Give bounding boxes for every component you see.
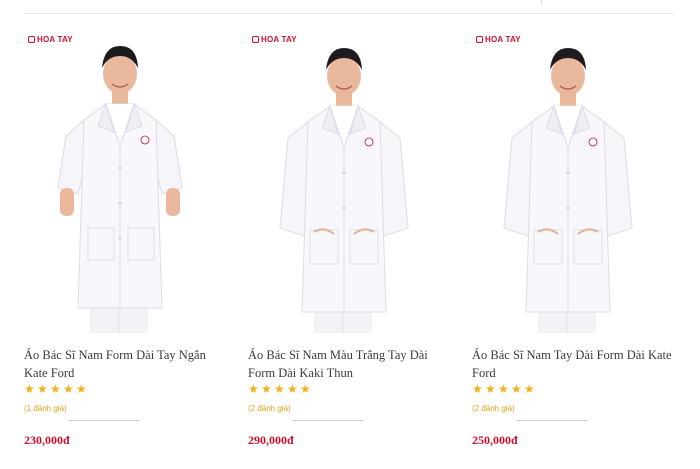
product-image[interactable]: HOA TAY — [248, 28, 448, 333]
doctor-coat-photo — [279, 48, 409, 333]
star-icon: ★ — [472, 382, 483, 396]
star-icon: ★ — [485, 382, 496, 396]
star-icon: ★ — [248, 382, 259, 396]
brand-logo-icon — [252, 36, 259, 43]
product-image[interactable]: HOA TAY — [472, 28, 672, 333]
product-card[interactable]: HOA TAY Áo Bác Sĩ Nam Màu Trắng Tay Dài … — [248, 28, 448, 469]
star-icon: ★ — [498, 382, 509, 396]
brand-logo: HOA TAY — [252, 35, 297, 44]
brand-logo-icon — [28, 36, 35, 43]
star-icon: ★ — [261, 382, 272, 396]
card-divider — [292, 420, 364, 421]
product-card[interactable]: HOA TAY Áo Bác Sĩ Nam Form Dài Tay Ngắn … — [24, 28, 224, 469]
rating-stars: ★ ★ ★ ★ ★ — [248, 383, 312, 395]
product-image[interactable]: HOA TAY — [24, 28, 224, 333]
review-count-link[interactable]: (2 đánh giá) — [248, 404, 291, 413]
top-divider-tick — [541, 0, 542, 5]
brand-logo: HOA TAY — [476, 35, 521, 44]
product-grid: HOA TAY Áo Bác Sĩ Nam Form Dài Tay Ngắn … — [24, 28, 676, 469]
doctor-coat-photo — [503, 48, 633, 333]
star-icon: ★ — [24, 382, 35, 396]
star-icon: ★ — [63, 382, 74, 396]
brand-logo-icon — [476, 36, 483, 43]
product-title-link[interactable]: Áo Bác Sĩ Nam Tay Dài Form Dài Kate Ford — [472, 346, 672, 382]
brand-logo-text: HOA TAY — [485, 35, 521, 44]
product-price: 250,000đ — [472, 433, 518, 447]
card-divider — [516, 420, 588, 421]
review-count-link[interactable]: (2 đánh giá) — [472, 404, 515, 413]
star-icon: ★ — [37, 382, 48, 396]
product-card[interactable]: HOA TAY Áo Bác Sĩ Nam Tay Dài Form Dài K… — [472, 28, 672, 469]
star-icon: ★ — [287, 382, 298, 396]
star-icon: ★ — [300, 382, 311, 396]
card-divider — [68, 420, 140, 421]
product-price: 230,000đ — [24, 433, 70, 447]
product-title-link[interactable]: Áo Bác Sĩ Nam Form Dài Tay Ngắn Kate For… — [24, 346, 224, 382]
product-price: 290,000đ — [248, 433, 294, 447]
star-icon: ★ — [511, 382, 522, 396]
rating-stars: ★ ★ ★ ★ ★ — [472, 383, 536, 395]
top-divider — [24, 13, 674, 14]
star-icon: ★ — [274, 382, 285, 396]
star-icon: ★ — [76, 382, 87, 396]
star-icon: ★ — [524, 382, 535, 396]
brand-logo-text: HOA TAY — [37, 35, 73, 44]
star-icon: ★ — [50, 382, 61, 396]
product-title-link[interactable]: Áo Bác Sĩ Nam Màu Trắng Tay Dài Form Dài… — [248, 346, 448, 382]
brand-logo-text: HOA TAY — [261, 35, 297, 44]
doctor-coat-photo — [57, 46, 183, 333]
brand-logo: HOA TAY — [28, 35, 73, 44]
rating-stars: ★ ★ ★ ★ ★ — [24, 383, 88, 395]
review-count-link[interactable]: (1 đánh giá) — [24, 404, 67, 413]
